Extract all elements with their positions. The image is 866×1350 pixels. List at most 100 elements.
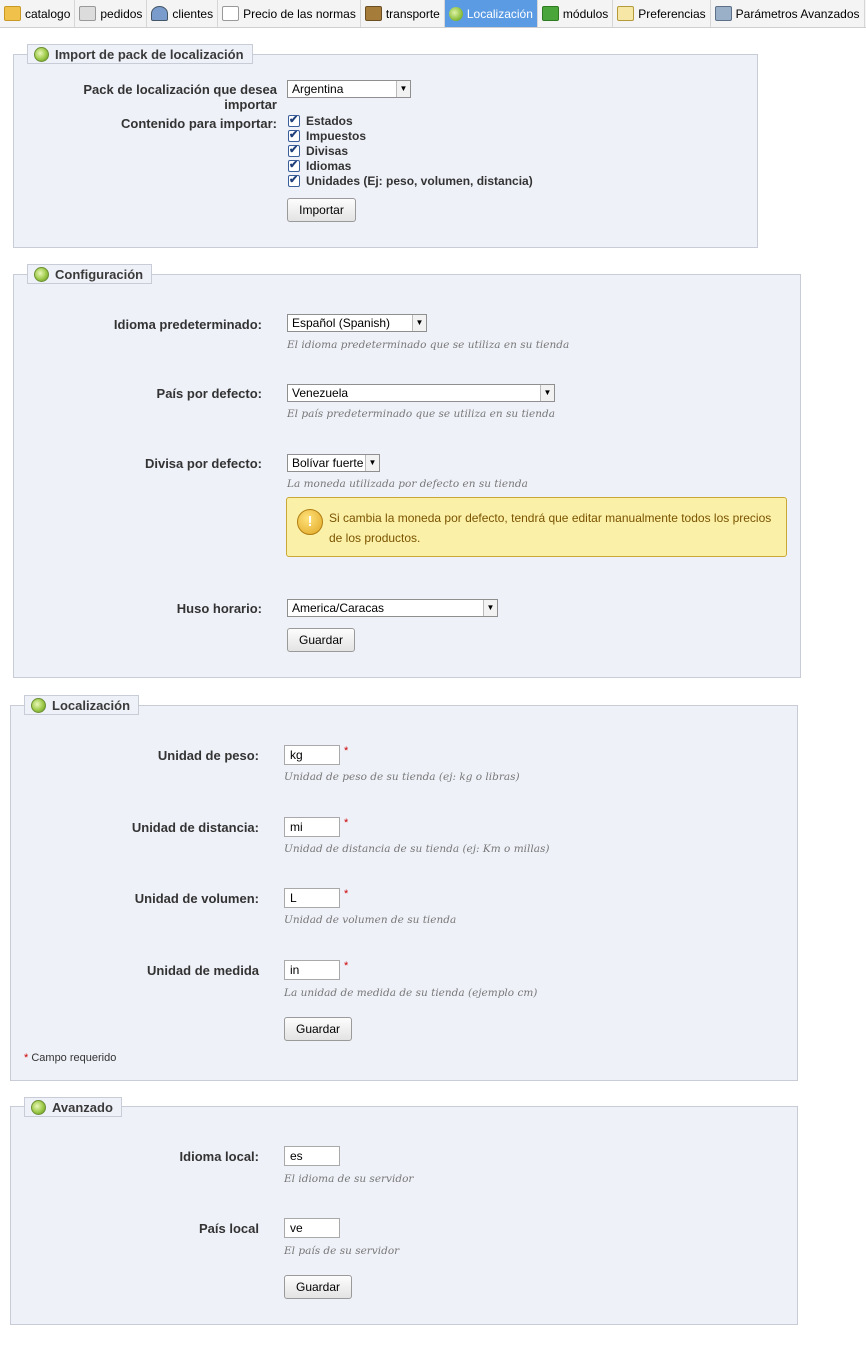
preferences-icon <box>617 6 635 21</box>
select-value: Español (Spanish) <box>292 316 391 330</box>
tab-label: Localización <box>466 6 533 21</box>
checkbox-label: Divisas <box>306 143 349 158</box>
default-currency-select[interactable]: Bolívar fuerte ▼ <box>287 454 380 472</box>
truck-icon <box>364 6 382 21</box>
required-mark: * <box>344 745 349 757</box>
user-icon <box>151 6 169 21</box>
select-value: Bolívar fuerte <box>292 456 364 470</box>
default-language-select[interactable]: Español (Spanish) ▼ <box>287 314 427 332</box>
warning-text: Si cambia la moneda por defecto, tendrá … <box>329 511 772 545</box>
advanced-legend: Avanzado <box>24 1097 122 1117</box>
price-rules-icon <box>222 6 240 21</box>
checkbox[interactable] <box>288 173 300 187</box>
import-button[interactable]: Importar <box>287 198 356 222</box>
dimension-unit-hint: La unidad de medida de su tienda (ejempl… <box>284 987 538 999</box>
wrench-icon <box>714 6 732 21</box>
tab-label: catalogo <box>25 6 71 21</box>
default-country-select[interactable]: Venezuela ▼ <box>287 384 555 402</box>
local-country-input[interactable]: ve <box>284 1218 340 1238</box>
tab-label: Precio de las normas <box>243 6 356 21</box>
required-note-text: Campo requerido <box>31 1052 117 1064</box>
tab-clientes[interactable]: clientes <box>147 0 219 27</box>
chevron-down-icon: ▼ <box>396 81 410 97</box>
default-language-label: Idioma predeterminado: <box>113 317 262 332</box>
required-mark: * <box>344 888 349 900</box>
dimension-unit-input[interactable]: in <box>284 960 340 980</box>
checkbox-label: Estados <box>306 113 353 128</box>
checkbox-label: Idiomas <box>306 158 352 173</box>
checkbox-divisas[interactable]: Divisas <box>288 143 348 158</box>
checkbox-label: Impuestos <box>306 128 367 143</box>
local-language-input[interactable]: es <box>284 1146 340 1166</box>
tab-label: pedidos <box>100 6 143 21</box>
default-language-hint: El idioma predeterminado que se utiliza … <box>287 339 570 351</box>
globe-icon <box>31 697 46 713</box>
chevron-down-icon: ▼ <box>483 600 497 616</box>
tab-label: módulos <box>562 6 609 21</box>
top-tab-bar: catalogo pedidos clientes Precio de las … <box>0 0 866 28</box>
tab-label: Preferencias <box>638 6 706 21</box>
tab-catalogo[interactable]: catalogo <box>0 0 76 27</box>
warning-icon: ! <box>297 509 323 535</box>
save-advanced-button[interactable]: Guardar <box>284 1275 352 1299</box>
dimension-unit-label: Unidad de medida <box>147 963 259 978</box>
default-country-hint: El país predeterminado que se utiliza en… <box>287 408 555 420</box>
checkbox-unidades[interactable]: Unidades (Ej: peso, volumen, distancia) <box>288 173 533 188</box>
volume-unit-input[interactable]: L <box>284 888 340 908</box>
globe-icon <box>448 6 463 21</box>
local-country-label: País local <box>199 1221 259 1236</box>
volume-unit-hint: Unidad de volumen de su tienda <box>284 914 457 926</box>
volume-unit-label: Unidad de volumen: <box>134 891 259 906</box>
checkbox-impuestos[interactable]: Impuestos <box>288 128 366 143</box>
configuration-legend: Configuración <box>27 264 153 284</box>
checkbox[interactable] <box>288 128 300 142</box>
legend-text: Avanzado <box>52 1099 113 1115</box>
checkbox-idiomas[interactable]: Idiomas <box>288 158 351 173</box>
folder-icon <box>4 6 21 21</box>
globe-icon <box>34 46 49 62</box>
checkbox-label: Unidades (Ej: peso, volumen, distancia) <box>306 173 533 188</box>
currency-warning: ! Si cambia la moneda por defecto, tendr… <box>286 497 787 557</box>
tab-precio-normas[interactable]: Precio de las normas <box>218 0 361 27</box>
tab-modulos[interactable]: módulos <box>538 0 614 27</box>
required-mark: * <box>344 960 349 972</box>
configuration-fieldset <box>13 274 801 678</box>
pack-select[interactable]: Argentina ▼ <box>287 80 411 98</box>
tab-pedidos[interactable]: pedidos <box>75 0 148 27</box>
weight-unit-label: Unidad de peso: <box>157 748 259 763</box>
checkbox[interactable] <box>288 143 300 157</box>
chevron-down-icon: ▼ <box>540 385 554 401</box>
globe-icon <box>34 266 49 282</box>
cart-icon <box>79 6 97 21</box>
tab-preferencias[interactable]: Preferencias <box>613 0 711 27</box>
checkbox[interactable] <box>288 158 300 172</box>
required-mark: * <box>24 1052 29 1064</box>
default-country-label: País por defecto: <box>156 386 262 401</box>
tab-label: clientes <box>172 6 214 21</box>
checkbox[interactable] <box>288 113 300 127</box>
save-configuration-button[interactable]: Guardar <box>287 628 355 652</box>
timezone-label: Huso horario: <box>176 601 262 616</box>
distance-unit-hint: Unidad de distancia de su tienda (ej: Km… <box>284 843 550 855</box>
distance-unit-input[interactable]: mi <box>284 817 340 837</box>
tab-localizacion[interactable]: Localización <box>444 0 538 27</box>
weight-unit-input[interactable]: kg <box>284 745 340 765</box>
required-mark: * <box>344 817 349 829</box>
weight-unit-hint: Unidad de peso de su tienda (ej: kg o li… <box>284 771 520 783</box>
globe-icon <box>31 1099 46 1115</box>
tab-transporte[interactable]: transporte <box>361 0 445 27</box>
timezone-select[interactable]: America/Caracas ▼ <box>287 599 498 617</box>
local-language-hint: El idioma de su servidor <box>284 1173 414 1185</box>
puzzle-icon <box>541 6 559 21</box>
import-pack-legend: Import de pack de localización <box>27 44 253 64</box>
chevron-down-icon: ▼ <box>412 315 426 331</box>
required-field-note: * Campo requerido <box>24 1052 116 1064</box>
checkbox-estados[interactable]: Estados <box>288 113 353 128</box>
tab-parametros-avanzados[interactable]: Parámetros Avanzados <box>711 0 865 27</box>
legend-text: Localización <box>52 697 131 713</box>
save-localization-button[interactable]: Guardar <box>284 1017 352 1041</box>
pack-select-value: Argentina <box>292 82 344 96</box>
local-language-label: Idioma local: <box>179 1149 259 1164</box>
local-country-hint: El país de su servidor <box>284 1245 400 1257</box>
legend-text: Configuración <box>55 266 144 282</box>
